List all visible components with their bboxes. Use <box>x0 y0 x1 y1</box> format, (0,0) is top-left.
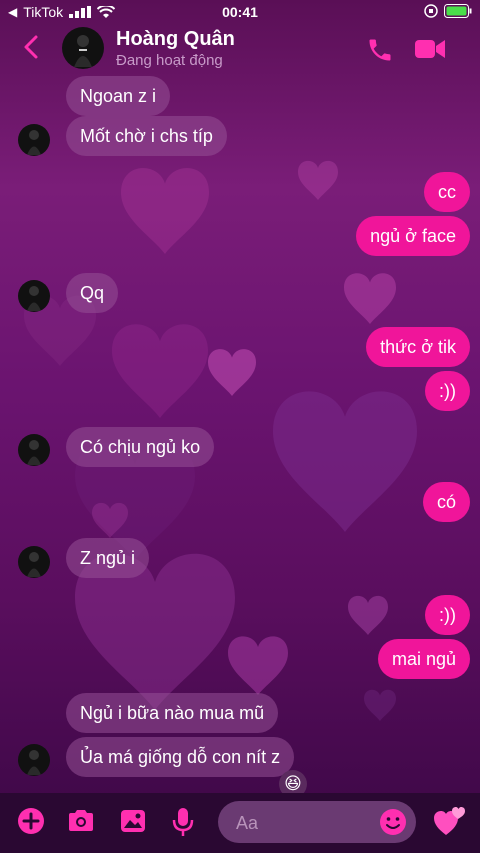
message-incoming[interactable]: Ủa má giống dỗ con nít z <box>66 737 295 777</box>
message-outgoing[interactable]: thức ở tik <box>366 327 470 367</box>
message-incoming[interactable]: Có chịu ngủ ko <box>66 427 215 467</box>
message-incoming[interactable]: Z ngủ i <box>66 538 150 578</box>
avatar-figure-icon <box>27 130 41 155</box>
contact-avatar-small[interactable] <box>18 546 50 578</box>
status-bar: ◀ TikTok 00:41 <box>0 0 480 24</box>
message-composer[interactable] <box>218 801 416 845</box>
message-outgoing[interactable]: có <box>422 482 470 522</box>
message-outgoing[interactable]: :)) <box>425 595 470 635</box>
message-outgoing[interactable]: cc <box>424 172 470 212</box>
chat-header: Hoàng Quân Đang hoạt động <box>0 24 480 74</box>
avatar-figure-icon <box>27 440 41 465</box>
video-call-icon[interactable] <box>414 36 446 62</box>
message-outgoing[interactable]: :)) <box>425 371 470 411</box>
contact-avatar-small[interactable] <box>18 434 50 466</box>
avatar-figure-icon <box>27 552 41 577</box>
phone-call-icon[interactable] <box>366 36 394 64</box>
contact-avatar-small[interactable] <box>18 744 50 776</box>
microphone-icon[interactable] <box>170 806 196 838</box>
camera-icon[interactable] <box>66 806 96 836</box>
message-incoming[interactable]: Mốt chờ i chs típ <box>66 116 227 156</box>
back-chevron-icon[interactable] <box>22 34 40 60</box>
composer-bar <box>0 793 480 853</box>
message-outgoing[interactable]: mai ngủ <box>377 639 470 679</box>
avatar-figure-icon <box>27 286 41 311</box>
message-outgoing[interactable]: ngủ ở face <box>356 216 470 256</box>
clock: 00:41 <box>222 4 258 20</box>
message-incoming[interactable]: Ngoan z i <box>66 76 171 116</box>
avatar-figure-icon <box>74 35 92 67</box>
message-input[interactable] <box>234 801 378 845</box>
orientation-lock-icon <box>424 4 438 18</box>
emoji-icon[interactable] <box>378 807 408 837</box>
contact-avatar-small[interactable] <box>18 280 50 312</box>
status-right <box>424 4 472 18</box>
hearts-quick-reaction-icon[interactable] <box>432 805 468 837</box>
battery-icon <box>444 4 472 18</box>
gallery-icon[interactable] <box>118 806 148 836</box>
message-incoming[interactable]: Qq <box>66 273 119 313</box>
contact-avatar-small[interactable] <box>18 124 50 156</box>
contact-avatar[interactable] <box>62 27 104 69</box>
contact-status: Đang hoạt động <box>116 52 223 69</box>
plus-circle-icon[interactable] <box>16 806 46 836</box>
avatar-figure-icon <box>27 750 41 775</box>
message-incoming[interactable]: Ngủ i bữa nào mua mũ <box>66 693 279 733</box>
contact-name[interactable]: Hoàng Quân <box>116 28 235 51</box>
